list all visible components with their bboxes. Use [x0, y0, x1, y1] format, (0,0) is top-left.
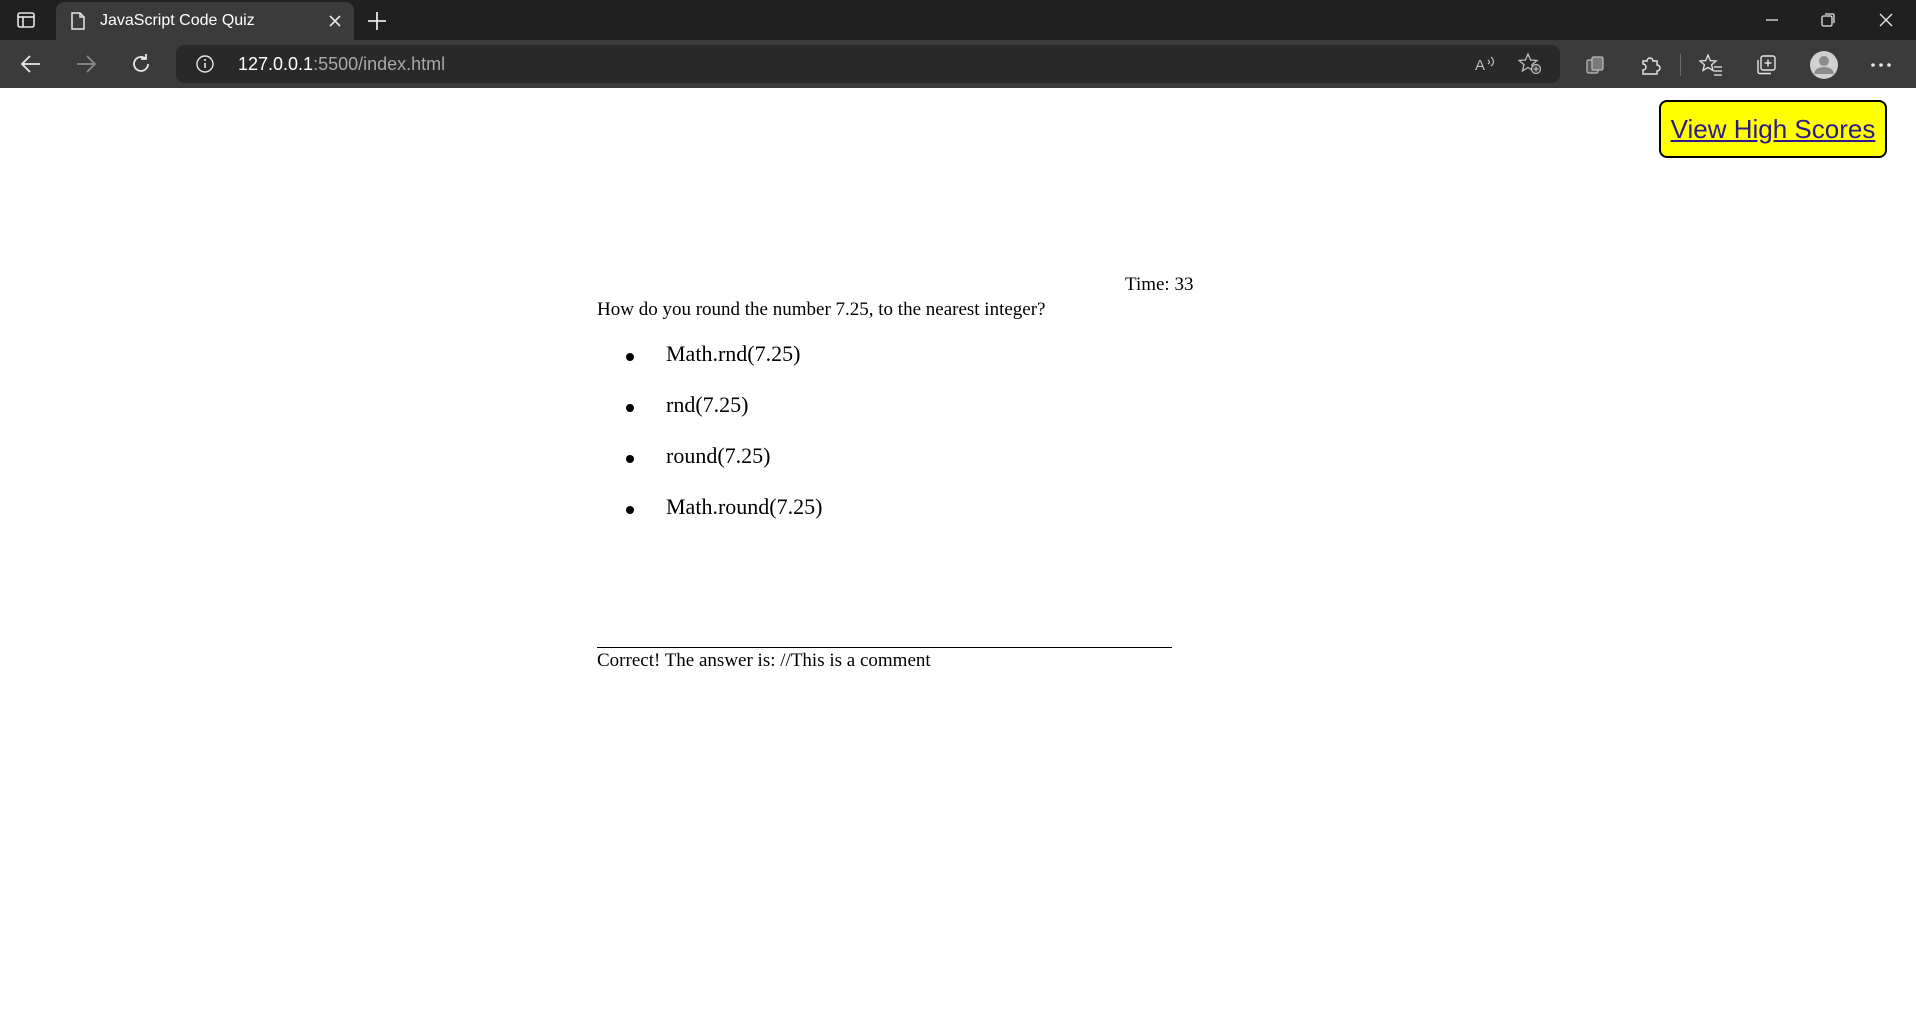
puzzle-icon[interactable]: [1637, 52, 1663, 78]
minimize-button[interactable]: [1758, 8, 1786, 32]
choice-item[interactable]: rnd(7.25): [597, 387, 1197, 438]
bullet-icon: [626, 353, 634, 361]
forward-arrow-icon: [77, 55, 97, 73]
tab-strip: JavaScript Code Quiz: [0, 0, 1916, 40]
bullet-icon: [626, 455, 634, 463]
url-path: :5500/index.html: [313, 54, 446, 74]
bullet-icon: [626, 404, 634, 412]
minimize-icon: [1766, 19, 1778, 21]
reload-button[interactable]: [126, 50, 156, 78]
address-bar[interactable]: 127.0.0.1:5500/index.html A: [176, 45, 1560, 83]
choice-item[interactable]: Math.rnd(7.25): [597, 336, 1197, 387]
restore-icon: [1821, 13, 1835, 27]
avatar-icon[interactable]: [1809, 50, 1839, 80]
choice-item[interactable]: round(7.25): [597, 438, 1197, 489]
choices-list: Math.rnd(7.25) rnd(7.25) round(7.25) Mat…: [597, 336, 1197, 540]
window-close-icon: [1879, 13, 1893, 27]
add-favorite-icon[interactable]: [1518, 53, 1542, 75]
choice-label: rnd(7.25): [666, 392, 749, 417]
url-text[interactable]: 127.0.0.1:5500/index.html: [238, 54, 445, 75]
page-icon: [70, 12, 86, 30]
plus-icon: [368, 12, 386, 30]
read-aloud-icon[interactable]: A: [1474, 53, 1498, 75]
back-arrow-icon: [20, 55, 40, 73]
choice-label: Math.rnd(7.25): [666, 341, 801, 366]
close-icon[interactable]: [326, 12, 344, 30]
question-text: How do you round the number 7.25, to the…: [597, 299, 1046, 320]
view-high-scores-label: View High Scores: [1670, 113, 1876, 144]
info-icon[interactable]: [196, 55, 214, 73]
result-divider: [597, 647, 1172, 648]
browser-toolbar: 127.0.0.1:5500/index.html A: [0, 40, 1916, 88]
choice-item[interactable]: Math.round(7.25): [597, 489, 1197, 540]
tab-title: JavaScript Code Quiz: [100, 12, 255, 29]
collections-icon[interactable]: [1753, 52, 1779, 78]
toolbar-separator: [1680, 54, 1681, 76]
sidebar-toggle-icon[interactable]: [6, 6, 46, 34]
choice-label: Math.round(7.25): [666, 494, 823, 519]
view-high-scores-button[interactable]: View High Scores: [1659, 100, 1887, 158]
bullet-icon: [626, 506, 634, 514]
reload-icon: [133, 54, 149, 72]
favorites-icon[interactable]: [1698, 52, 1724, 78]
back-button[interactable]: [16, 50, 46, 78]
more-icon[interactable]: [1868, 52, 1894, 78]
tab-active[interactable]: JavaScript Code Quiz: [56, 2, 354, 40]
restore-button[interactable]: [1814, 8, 1842, 32]
timer: Time: 33: [1125, 274, 1194, 295]
choice-label: round(7.25): [666, 443, 771, 468]
window-close-button[interactable]: [1872, 8, 1900, 32]
page-content: View High Scores Time: 33 How do you rou…: [0, 88, 1916, 1018]
svg-text:A: A: [1475, 57, 1485, 74]
new-tab-button[interactable]: [364, 8, 390, 34]
workspaces-icon[interactable]: [1582, 52, 1608, 78]
result-message: Correct! The answer is: //This is a comm…: [597, 650, 931, 671]
forward-button[interactable]: [71, 50, 101, 78]
url-host: 127.0.0.1: [238, 54, 314, 74]
